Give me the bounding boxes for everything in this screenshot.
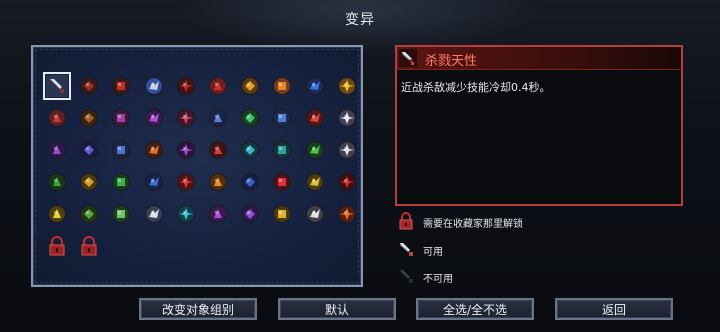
change-group-button[interactable]: 改变对象组别: [139, 298, 257, 320]
white-snake-icon[interactable]: [336, 107, 358, 129]
detail-title: 杀戮天性: [425, 54, 478, 69]
orange-arrows-icon[interactable]: [207, 171, 229, 193]
dagger-selected-icon[interactable]: [43, 72, 71, 100]
green-tree-icon[interactable]: [46, 171, 68, 193]
red-lock-icon[interactable]: [46, 235, 68, 257]
white-cow-icon[interactable]: [336, 139, 358, 161]
legend-unavailable-label: 不可用: [423, 274, 453, 285]
gold-gear-icon[interactable]: [271, 75, 293, 97]
fire-chest-icon[interactable]: [143, 139, 165, 161]
red-heart-icon[interactable]: [175, 171, 197, 193]
legend-available: 可用: [397, 239, 443, 259]
legend-unavailable: 不可用: [397, 266, 453, 286]
indigo-blocks-icon[interactable]: [78, 139, 100, 161]
red-eye-icon[interactable]: [304, 107, 326, 129]
purple-ghost-icon[interactable]: [207, 203, 229, 225]
gold-sword-icon[interactable]: [78, 171, 100, 193]
red-mask-icon[interactable]: [207, 139, 229, 161]
brown-boot-icon[interactable]: [78, 107, 100, 129]
back-button[interactable]: 返回: [555, 298, 673, 320]
gold-coins-icon[interactable]: [271, 203, 293, 225]
default-button[interactable]: 默认: [278, 298, 396, 320]
legend-available-label: 可用: [423, 247, 443, 258]
yellow-chevrons-icon[interactable]: [46, 203, 68, 225]
red-ring-icon[interactable]: [336, 171, 358, 193]
detail-header: 杀戮天性: [397, 47, 681, 70]
green-orb-icon[interactable]: [110, 171, 132, 193]
screen-title: 变异: [345, 12, 375, 28]
blue-castle-icon[interactable]: [143, 171, 165, 193]
blue-potion-icon[interactable]: [304, 75, 326, 97]
dagger-dim-icon: [397, 266, 415, 286]
blue-trident-icon[interactable]: [207, 107, 229, 129]
crossbow-icon[interactable]: [78, 75, 100, 97]
red-gem-icon[interactable]: [271, 171, 293, 193]
green-flask-icon[interactable]: [239, 107, 261, 129]
gold-chest-icon[interactable]: [239, 75, 261, 97]
blue-wings-icon[interactable]: [271, 107, 293, 129]
green-bottle-icon[interactable]: [78, 203, 100, 225]
red-lock-icon[interactable]: [78, 235, 100, 257]
legend-locked-label: 需要在收藏家那里解锁: [423, 219, 523, 230]
red-mushroom-icon[interactable]: [46, 107, 68, 129]
legend-locked: 需要在收藏家那里解锁: [397, 211, 523, 231]
cyan-castle-icon[interactable]: [175, 203, 197, 225]
lightning-icon[interactable]: [336, 75, 358, 97]
green-skull-icon[interactable]: [304, 139, 326, 161]
purple-potion-icon[interactable]: [175, 139, 197, 161]
green-face-icon[interactable]: [110, 203, 132, 225]
white-dog-icon[interactable]: [304, 203, 326, 225]
red-cross-icon[interactable]: [110, 75, 132, 97]
white-face-icon[interactable]: [143, 203, 165, 225]
violet-rune-icon[interactable]: [143, 107, 165, 129]
red-skull-icon[interactable]: [207, 75, 229, 97]
red-lock-icon: [397, 211, 415, 231]
purple-fire-icon[interactable]: [239, 203, 261, 225]
detail-panel: 杀戮天性 近战杀敌减少技能冷却0.4秒。: [395, 45, 683, 206]
red-slash-icon[interactable]: [175, 75, 197, 97]
cyan-crest-icon[interactable]: [239, 139, 261, 161]
wing-blade-icon[interactable]: [143, 75, 165, 97]
dagger-icon: [397, 239, 415, 259]
pink-blade-icon[interactable]: [175, 107, 197, 129]
detail-description: 近战杀敌减少技能冷却0.4秒。: [401, 81, 551, 94]
teal-shield-icon[interactable]: [271, 139, 293, 161]
dagger-icon: [399, 49, 417, 67]
mutation-grid-panel: [31, 45, 363, 287]
yellow-claw-icon[interactable]: [304, 171, 326, 193]
select-all-button[interactable]: 全选/全不选: [416, 298, 534, 320]
orange-flame-icon[interactable]: [336, 203, 358, 225]
blue-sword-icon[interactable]: [110, 139, 132, 161]
purple-orb-icon[interactable]: [110, 107, 132, 129]
blue-book-icon[interactable]: [239, 171, 261, 193]
purple-arrow-icon[interactable]: [46, 139, 68, 161]
